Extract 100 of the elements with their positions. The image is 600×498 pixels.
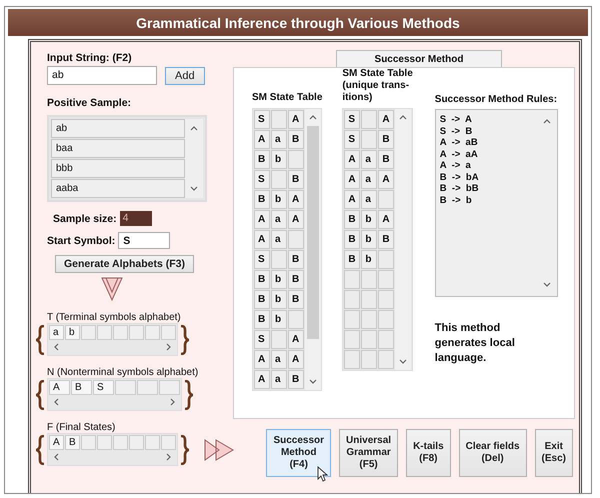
- list-item[interactable]: baa: [51, 139, 185, 158]
- scroll-down-icon[interactable]: [190, 186, 198, 192]
- rule-text: A -> aA: [440, 148, 479, 160]
- table-cell: A: [288, 190, 304, 209]
- brace-icon: [180, 324, 190, 354]
- method-button[interactable]: K-tails (F8): [406, 429, 451, 477]
- method-button[interactable]: Exit (Esc): [534, 429, 573, 477]
- table-cell: A: [288, 110, 304, 129]
- list-item[interactable]: ab: [51, 119, 185, 138]
- scroll-left-icon[interactable]: [53, 453, 59, 461]
- generate-button[interactable]: Generate Alphabets (F3): [55, 255, 194, 273]
- table-cell: B: [344, 250, 360, 269]
- method-button[interactable]: Universal Grammar (F5): [339, 429, 398, 477]
- rule-text: B -> b: [440, 194, 473, 206]
- table-cell: A: [254, 210, 270, 229]
- scroll-up-icon[interactable]: [542, 118, 551, 124]
- method-note: This method generates local language.: [434, 321, 516, 366]
- scroll-down-icon[interactable]: [309, 379, 317, 385]
- table-cell: B: [254, 270, 270, 289]
- table-cell: a: [271, 370, 287, 389]
- scroll-up-icon[interactable]: [190, 125, 198, 131]
- rule-text: S -> A: [440, 114, 473, 126]
- table-cell: a: [271, 130, 287, 149]
- scroll-right-icon[interactable]: [170, 398, 176, 406]
- down-arrow-icon: [101, 277, 123, 301]
- brace-icon: [184, 380, 194, 410]
- rule-text: B -> bB: [440, 183, 480, 194]
- brace-icon: [35, 434, 45, 464]
- table-cell: A: [288, 210, 304, 229]
- table-cell: b: [361, 250, 378, 269]
- method-button[interactable]: Clear fields (Del): [458, 429, 527, 477]
- table-cell: b: [271, 310, 287, 329]
- cursor-icon: [317, 466, 328, 482]
- scroll-down-icon[interactable]: [542, 282, 551, 288]
- table-cell: B: [254, 150, 270, 169]
- tab[interactable]: Successor Method: [336, 50, 502, 67]
- rule-text: A -> a: [440, 160, 472, 172]
- field-label: Start Symbol:: [47, 234, 116, 246]
- table-cell: b: [361, 230, 378, 249]
- symbol-cell: S: [93, 380, 114, 395]
- table-cell: S: [254, 170, 270, 189]
- table-cell: A: [288, 330, 304, 349]
- table-cell: B: [288, 130, 304, 149]
- input-field[interactable]: ab: [47, 66, 157, 85]
- add-button[interactable]: Add: [165, 67, 205, 85]
- table-cell: B: [288, 250, 304, 269]
- table-cell: S: [254, 330, 270, 349]
- table-cell: A: [254, 370, 270, 389]
- table-cell: A: [344, 190, 360, 209]
- table-title: SM State Table: [252, 92, 322, 104]
- input-field[interactable]: S: [118, 232, 170, 249]
- symbol-cell: A: [49, 435, 64, 450]
- scroll-up-icon[interactable]: [399, 114, 408, 120]
- scroll-up-icon[interactable]: [309, 114, 317, 120]
- table-cell: a: [271, 350, 287, 369]
- field-label: Positive Sample:: [47, 97, 132, 109]
- table-cell: S: [344, 130, 360, 149]
- table-cell: B: [344, 230, 360, 249]
- table-cell: B: [288, 290, 304, 309]
- scroll-down-icon[interactable]: [399, 359, 408, 365]
- table-cell: B: [378, 150, 394, 169]
- symbol-cell: b: [65, 325, 80, 340]
- table-cell: a: [271, 230, 287, 249]
- field-label: Input String: (F2): [47, 52, 133, 64]
- rule-text: S -> B: [440, 126, 474, 137]
- table-cell: S: [344, 110, 360, 129]
- table-cell: A: [254, 350, 270, 369]
- scroll-right-icon[interactable]: [166, 343, 172, 351]
- scroll-left-icon[interactable]: [53, 343, 59, 351]
- alphabet-label: N (Nonterminal symbols alphabet): [47, 367, 198, 378]
- table-cell: b: [271, 190, 287, 209]
- table-cell: B: [288, 370, 304, 389]
- brace-icon: [180, 434, 190, 464]
- scroll-left-icon[interactable]: [53, 398, 59, 406]
- table-cell: B: [288, 170, 304, 189]
- table-cell: b: [271, 150, 287, 169]
- rule-text: A -> aB: [440, 137, 479, 148]
- table-cell: b: [361, 210, 378, 229]
- rule-text: B -> bA: [440, 172, 480, 183]
- alphabet-label: F (Final States): [47, 422, 116, 433]
- list-item[interactable]: bbb: [51, 159, 185, 178]
- table-cell: A: [344, 150, 360, 169]
- brace-icon: [35, 380, 45, 410]
- scroll-right-icon[interactable]: [166, 453, 172, 461]
- table-cell: B: [254, 290, 270, 309]
- table-cell: A: [378, 170, 394, 189]
- list-item[interactable]: aaba: [51, 179, 185, 198]
- rules-label: Successor Method Rules:: [434, 94, 558, 105]
- window-title: Grammatical Inference through Various Methods: [8, 9, 588, 36]
- table-cell: B: [378, 230, 394, 249]
- table-cell: S: [254, 110, 270, 129]
- table-cell: A: [378, 210, 394, 229]
- double-arrow-icon: [204, 438, 234, 460]
- sample-size-field: 4: [120, 211, 152, 226]
- scroll-thumb[interactable]: [307, 126, 319, 339]
- field-label: Sample size:: [53, 212, 117, 224]
- symbol-cell: A: [49, 380, 70, 395]
- table-cell: b: [271, 290, 287, 309]
- table-cell: B: [344, 210, 360, 229]
- table-cell: a: [361, 150, 378, 169]
